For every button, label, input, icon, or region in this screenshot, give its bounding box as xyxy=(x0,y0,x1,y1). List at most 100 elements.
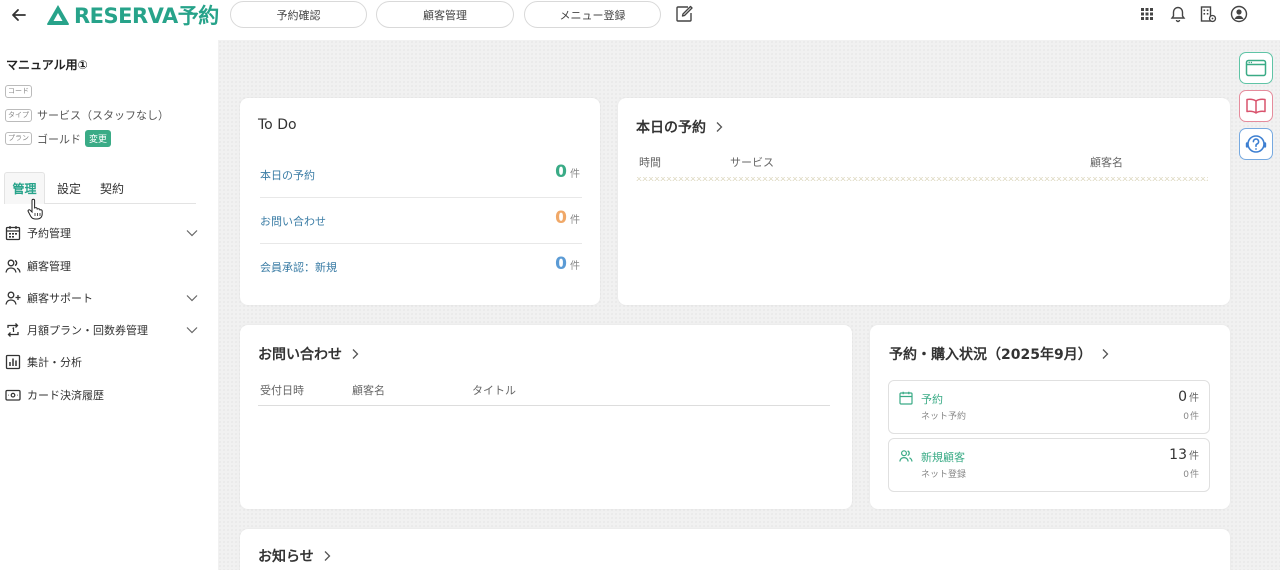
sidebar-item-monthly-plan[interactable]: 月額プラン・回数券管理 xyxy=(5,318,200,342)
bell-icon[interactable] xyxy=(1169,5,1187,23)
stat-sub-value: 0件 xyxy=(1183,470,1199,480)
user-plus-icon xyxy=(5,291,21,305)
todo-row-inquiries[interactable]: お問い合わせ 0件 xyxy=(260,198,582,244)
sidebar-item-card-payment-history[interactable]: カード決済履歴 xyxy=(5,383,200,407)
manual-button[interactable] xyxy=(1239,90,1273,122)
help-headset-icon xyxy=(1245,135,1267,153)
sidebar-item-label: 顧客サポート xyxy=(27,292,93,305)
chevron-down-icon xyxy=(186,327,198,334)
nav-menu-registration-button[interactable]: メニュー登録 xyxy=(524,1,661,28)
today-reservations-title[interactable]: 本日の予約 xyxy=(636,117,724,137)
todo-label[interactable]: 会員承認：新規 xyxy=(260,259,337,275)
calendar-icon xyxy=(5,226,21,241)
news-card: お知らせ xyxy=(240,529,1230,570)
stat-label: 予約 xyxy=(921,393,943,406)
sidebar: マニュアル用① コード タイプ サービス（スタッフなし） プラン ゴールド 変更… xyxy=(0,40,218,570)
edit-icon[interactable] xyxy=(674,4,694,24)
chevron-right-icon xyxy=(716,122,723,132)
todo-value: 0件 xyxy=(555,162,580,182)
tab-contract[interactable]: 契約 xyxy=(94,172,130,204)
browser-window-icon xyxy=(1245,59,1267,77)
sidebar-item-analytics[interactable]: 集計・分析 xyxy=(5,350,200,374)
logo-text: RESERVA予約 xyxy=(74,4,219,28)
inquiries-title[interactable]: お問い合わせ xyxy=(258,344,360,364)
chevron-right-icon xyxy=(1102,349,1109,359)
divider xyxy=(258,405,830,406)
nav-reservation-check-button[interactable]: 予約確認 xyxy=(230,1,367,28)
card-title-text: 予約・購入状況（2025年9月） xyxy=(889,347,1092,363)
card-title-text: お問い合わせ xyxy=(258,347,342,363)
sidebar-item-label: 集計・分析 xyxy=(27,356,82,369)
reserva-logo[interactable]: RESERVA予約 xyxy=(46,2,219,28)
repeat-icon xyxy=(7,323,19,337)
column-header: タイトル xyxy=(472,384,516,397)
account-avatar-icon[interactable] xyxy=(1230,5,1248,23)
sidebar-item-customer-management[interactable]: 顧客管理 xyxy=(5,254,200,278)
card-title-text: 本日の予約 xyxy=(636,120,706,136)
hand-cursor-icon xyxy=(27,198,43,220)
column-header: 時間 xyxy=(639,156,661,169)
todo-label[interactable]: 本日の予約 xyxy=(260,167,315,183)
sidebar-item-customer-support[interactable]: 顧客サポート xyxy=(5,286,200,310)
calendar-icon xyxy=(899,391,913,405)
column-header: 顧客名 xyxy=(352,384,385,397)
news-title[interactable]: お知らせ xyxy=(258,546,332,566)
type-tag: タイプ xyxy=(5,108,32,122)
sidebar-item-reservation-management[interactable]: 予約管理 xyxy=(5,221,200,245)
stat-reservations[interactable]: 予約 ネット予約 0件 0件 xyxy=(888,380,1210,434)
todo-value: 0件 xyxy=(555,254,580,274)
stat-value: 0件 xyxy=(1178,389,1199,405)
users-icon xyxy=(5,259,21,273)
plan-row: プラン ゴールド 変更 xyxy=(5,130,112,147)
chevron-right-icon xyxy=(352,349,359,359)
todo-value: 0件 xyxy=(555,208,580,228)
sidebar-item-label: 顧客管理 xyxy=(27,260,71,273)
stat-sub-value: 0件 xyxy=(1183,412,1199,422)
sidebar-item-label: 予約管理 xyxy=(27,227,71,240)
stat-sub-label: ネット登録 xyxy=(921,470,967,480)
nav-customer-management-button[interactable]: 顧客管理 xyxy=(376,1,514,28)
status-title[interactable]: 予約・購入状況（2025年9月） xyxy=(889,344,1110,364)
users-icon xyxy=(899,450,913,462)
card-title-text: お知らせ xyxy=(258,549,314,565)
column-header: 受付日時 xyxy=(260,384,304,397)
apps-grid-icon[interactable] xyxy=(1138,5,1156,23)
todo-card: To Do 本日の予約 0件 お問い合わせ 0件 会員承認：新規 0件 xyxy=(240,98,600,305)
logo-mark-icon xyxy=(47,5,69,25)
today-reservations-card: 本日の予約 時間 サービス 顧客名 xyxy=(618,98,1230,305)
plan-value: ゴールド xyxy=(37,132,81,146)
sidebar-item-label: 月額プラン・回数券管理 xyxy=(27,324,148,337)
todo-title: To Do xyxy=(258,117,297,133)
stat-label: 新規顧客 xyxy=(921,451,965,464)
stat-sub-label: ネット予約 xyxy=(921,412,967,422)
todo-row-member-approval[interactable]: 会員承認：新規 0件 xyxy=(260,244,582,290)
todo-row-today-reservations[interactable]: 本日の予約 0件 xyxy=(260,152,582,198)
bar-chart-icon xyxy=(5,354,21,370)
back-arrow-icon[interactable] xyxy=(8,4,30,26)
type-value: サービス（スタッフなし） xyxy=(37,109,169,122)
code-tag: コード xyxy=(5,85,32,98)
chevron-down-icon xyxy=(186,230,198,237)
divider xyxy=(636,177,1208,181)
plan-tag: プラン xyxy=(5,132,32,145)
shop-settings-icon[interactable] xyxy=(1199,5,1217,23)
sidebar-item-label: カード決済履歴 xyxy=(27,389,104,402)
chevron-down-icon xyxy=(186,295,198,302)
column-header: 顧客名 xyxy=(1090,156,1123,169)
stat-new-customers[interactable]: 新規顧客 ネット登録 13 件 0件 xyxy=(888,438,1210,492)
browser-preview-button[interactable] xyxy=(1239,52,1273,84)
credit-card-icon xyxy=(5,389,21,401)
shop-name: マニュアル用① xyxy=(6,58,88,72)
inquiries-card: お問い合わせ 受付日時 顧客名 タイトル xyxy=(240,325,852,509)
todo-label[interactable]: お問い合わせ xyxy=(260,213,326,229)
status-card: 予約・購入状況（2025年9月） 予約 ネット予約 0件 0件 新規顧客 ネット… xyxy=(870,325,1230,509)
code-row: コード xyxy=(5,85,37,98)
chevron-right-icon xyxy=(324,551,331,561)
open-book-icon xyxy=(1246,98,1266,114)
plan-change-button[interactable]: 変更 xyxy=(85,130,112,147)
help-support-button[interactable] xyxy=(1239,128,1273,160)
column-header: サービス xyxy=(730,156,774,169)
tab-settings[interactable]: 設定 xyxy=(51,172,87,204)
type-row: タイプ サービス（スタッフなし） xyxy=(5,107,169,123)
top-bar: RESERVA予約 予約確認 顧客管理 メニュー登録 xyxy=(0,0,1280,30)
